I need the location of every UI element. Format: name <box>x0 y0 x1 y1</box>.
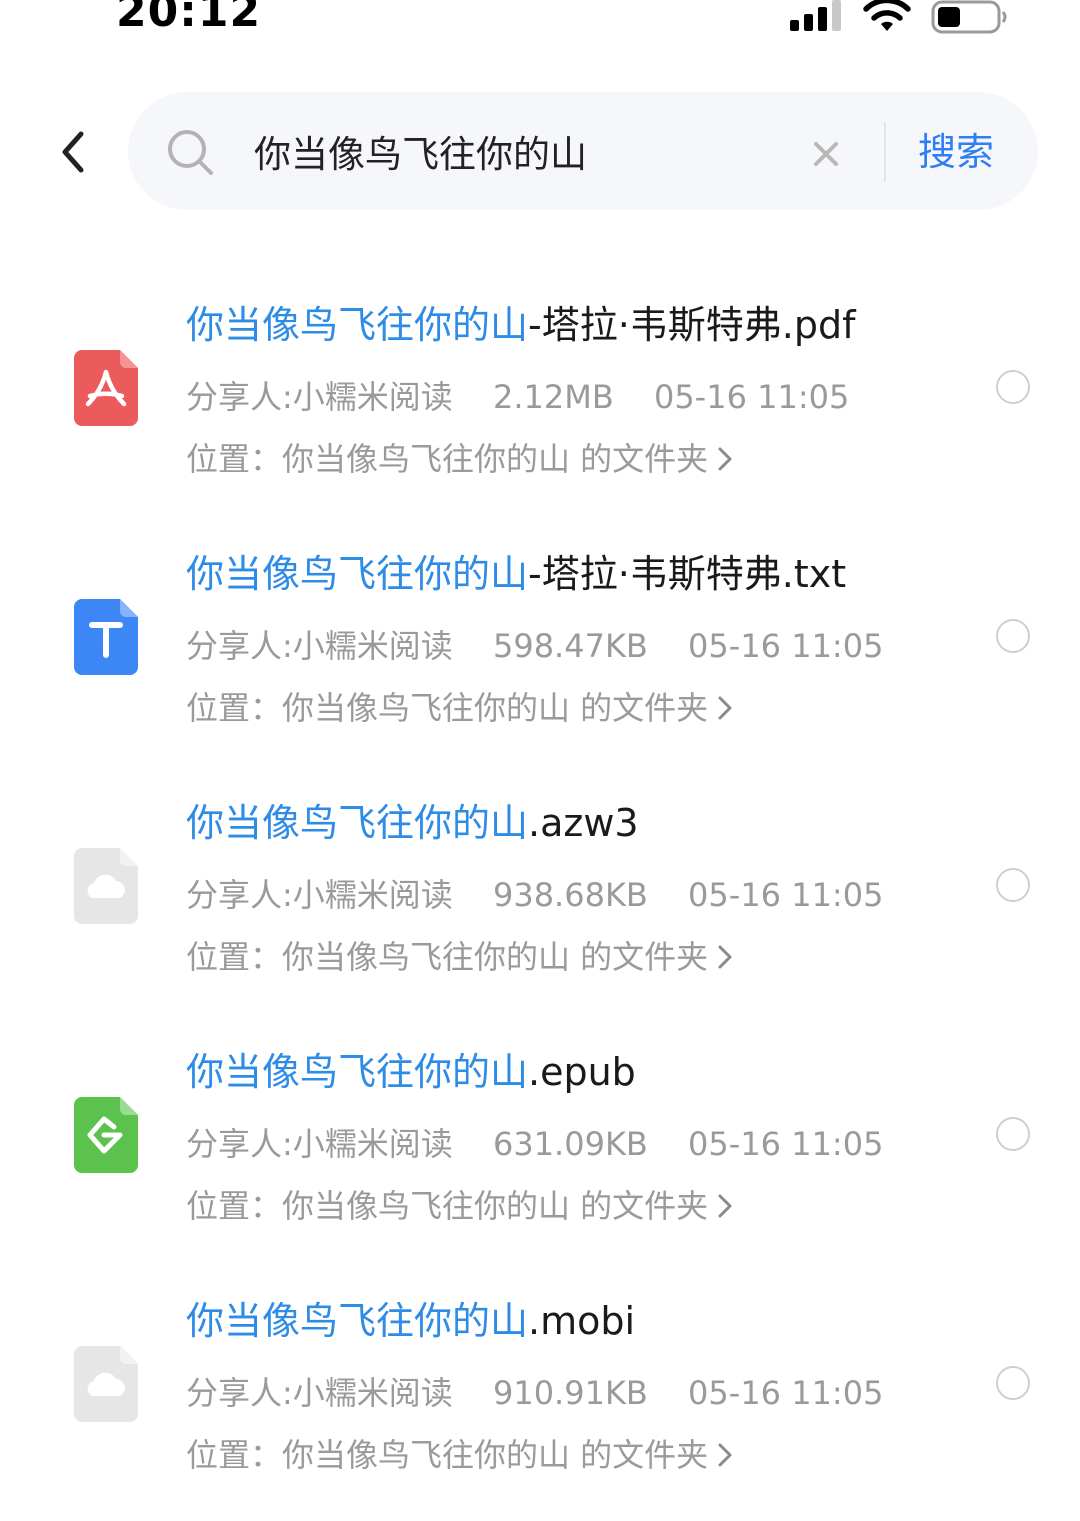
battery-icon <box>931 0 1007 34</box>
file-location-link[interactable]: 位置：你当像鸟飞往你的山 的文件夹 <box>186 1181 734 1227</box>
select-radio[interactable] <box>996 1117 1030 1151</box>
file-sharer: 分享人:小糯米阅读 <box>186 1125 453 1163</box>
file-name-match: 你当像鸟飞往你的山 <box>186 303 529 347</box>
file-size: 2.12MB <box>492 378 614 416</box>
epub-file-icon <box>74 1097 138 1173</box>
file-name-rest: .azw3 <box>528 801 639 845</box>
txt-file-icon <box>74 599 138 675</box>
file-date: 05-16 11:05 <box>688 1125 884 1163</box>
file-meta: 分享人:小糯米阅读 631.09KB 05-16 11:05 <box>186 1119 883 1165</box>
file-meta: 分享人:小糯米阅读 938.68KB 05-16 11:05 <box>186 870 883 916</box>
list-item[interactable]: 你当像鸟飞往你的山.mobi 分享人:小糯米阅读 910.91KB 05-16 … <box>0 1272 1080 1521</box>
search-bar: 搜索 <box>128 92 1038 210</box>
cloud-file-icon <box>74 848 138 924</box>
chevron-right-icon <box>718 696 732 720</box>
file-location-link[interactable]: 位置：你当像鸟飞往你的山 的文件夹 <box>186 683 734 729</box>
file-name-rest: -塔拉·韦斯特弗.pdf <box>528 303 856 347</box>
list-item[interactable]: 你当像鸟飞往你的山-塔拉·韦斯特弗.txt 分享人:小糯米阅读 598.47KB… <box>0 525 1080 774</box>
select-radio[interactable] <box>996 370 1030 404</box>
file-name-rest: .epub <box>528 1050 636 1094</box>
file-location-text: 位置：你当像鸟飞往你的山 的文件夹 <box>186 689 709 727</box>
list-item[interactable]: 你当像鸟飞往你的山.epub 分享人:小糯米阅读 631.09KB 05-16 … <box>0 1023 1080 1272</box>
chevron-right-icon <box>718 945 732 969</box>
select-radio[interactable] <box>996 1366 1030 1400</box>
file-name-rest: .mobi <box>528 1299 636 1343</box>
status-bar: 20:12 <box>0 0 1080 60</box>
file-name: 你当像鸟飞往你的山.mobi <box>186 1290 635 1345</box>
list-item[interactable]: 你当像鸟飞往你的山-塔拉·韦斯特弗.pdf 分享人:小糯米阅读 2.12MB 0… <box>0 276 1080 525</box>
file-name-match: 你当像鸟飞往你的山 <box>186 1050 529 1094</box>
file-name: 你当像鸟飞往你的山.epub <box>186 1041 636 1096</box>
result-list: 你当像鸟飞往你的山-塔拉·韦斯特弗.pdf 分享人:小糯米阅读 2.12MB 0… <box>0 276 1080 1521</box>
file-meta: 分享人:小糯米阅读 910.91KB 05-16 11:05 <box>186 1368 883 1414</box>
search-icon <box>168 130 213 175</box>
status-time: 20:12 <box>116 0 262 37</box>
file-date: 05-16 11:05 <box>688 876 884 914</box>
file-size: 938.68KB <box>492 876 648 914</box>
clear-icon[interactable] <box>808 136 844 172</box>
file-date: 05-16 11:05 <box>688 627 884 665</box>
pdf-file-icon <box>74 350 138 426</box>
file-meta: 分享人:小糯米阅读 598.47KB 05-16 11:05 <box>186 621 883 667</box>
file-name-match: 你当像鸟飞往你的山 <box>186 1299 529 1343</box>
file-location-text: 位置：你当像鸟飞往你的山 的文件夹 <box>186 440 709 478</box>
file-name: 你当像鸟飞往你的山.azw3 <box>186 792 639 847</box>
file-name-rest: -塔拉·韦斯特弗.txt <box>528 552 847 596</box>
file-name-match: 你当像鸟飞往你的山 <box>186 552 529 596</box>
cellular-signal-icon <box>790 0 841 31</box>
search-input[interactable] <box>254 120 814 182</box>
file-size: 631.09KB <box>492 1125 648 1163</box>
chevron-left-icon <box>62 131 84 173</box>
file-name-match: 你当像鸟飞往你的山 <box>186 801 529 845</box>
file-date: 05-16 11:05 <box>688 1374 884 1412</box>
file-date: 05-16 11:05 <box>653 378 850 416</box>
file-size: 598.47KB <box>492 627 648 665</box>
chevron-right-icon <box>718 1194 732 1218</box>
file-location-link[interactable]: 位置：你当像鸟飞往你的山 的文件夹 <box>186 932 734 978</box>
search-button[interactable]: 搜索 <box>918 122 994 182</box>
chevron-right-icon <box>718 1443 732 1467</box>
file-name: 你当像鸟飞往你的山-塔拉·韦斯特弗.pdf <box>186 294 856 349</box>
file-sharer: 分享人:小糯米阅读 <box>186 378 453 416</box>
file-location-link[interactable]: 位置：你当像鸟飞往你的山 的文件夹 <box>186 1430 734 1476</box>
list-item[interactable]: 你当像鸟飞往你的山.azw3 分享人:小糯米阅读 938.68KB 05-16 … <box>0 774 1080 1023</box>
file-location-text: 位置：你当像鸟飞往你的山 的文件夹 <box>186 1436 709 1474</box>
file-meta: 分享人:小糯米阅读 2.12MB 05-16 11:05 <box>186 372 849 418</box>
file-name: 你当像鸟飞往你的山-塔拉·韦斯特弗.txt <box>186 543 846 598</box>
wifi-icon <box>863 0 911 31</box>
file-sharer: 分享人:小糯米阅读 <box>186 876 453 914</box>
file-sharer: 分享人:小糯米阅读 <box>186 1374 453 1412</box>
file-location-text: 位置：你当像鸟飞往你的山 的文件夹 <box>186 1187 709 1225</box>
search-divider <box>884 122 886 182</box>
select-radio[interactable] <box>996 619 1030 653</box>
back-button[interactable] <box>50 122 94 182</box>
file-size: 910.91KB <box>492 1374 648 1412</box>
chevron-right-icon <box>718 447 732 471</box>
cloud-file-icon <box>74 1346 138 1422</box>
file-location-link[interactable]: 位置：你当像鸟飞往你的山 的文件夹 <box>186 434 734 480</box>
select-radio[interactable] <box>996 868 1030 902</box>
file-sharer: 分享人:小糯米阅读 <box>186 627 453 665</box>
file-location-text: 位置：你当像鸟飞往你的山 的文件夹 <box>186 938 709 976</box>
